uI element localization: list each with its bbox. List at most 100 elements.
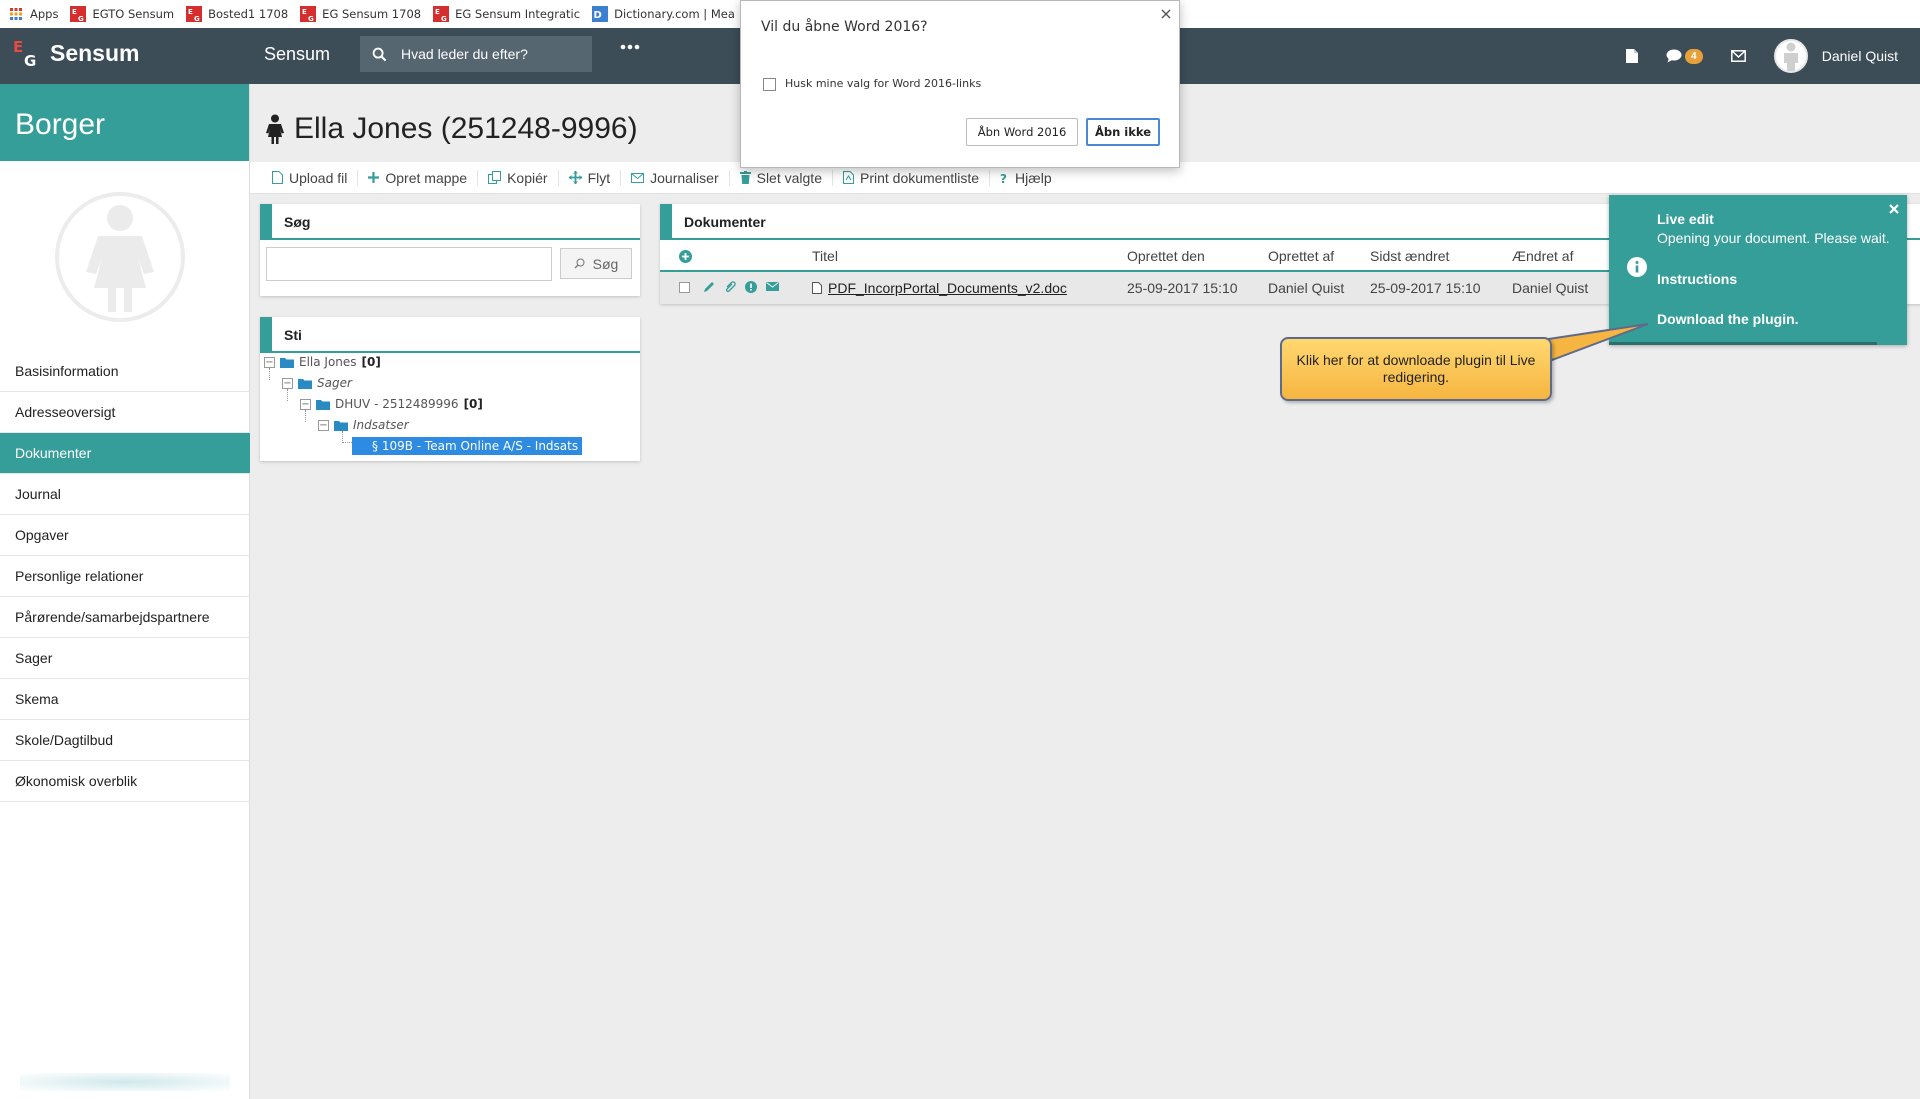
notification-message: Opening your document. Please wait. xyxy=(1657,230,1890,246)
sidebar-decoration xyxy=(20,1073,230,1091)
open-word-button[interactable]: Åbn Word 2016 xyxy=(966,118,1078,146)
print-document-list-button[interactable]: Print dokumentliste xyxy=(833,169,991,186)
svg-text:G: G xyxy=(441,15,447,22)
document-link[interactable]: PDF_IncorpPortal_Documents_v2.doc xyxy=(828,272,1067,304)
documents-nav-button[interactable] xyxy=(1625,49,1638,63)
tree-node-root[interactable]: − Ella Jones [0] xyxy=(264,353,381,371)
folder-icon xyxy=(298,378,312,389)
messages-nav-button[interactable]: 4 xyxy=(1666,48,1703,64)
tree-node-label: § 109B - Team Online A/S - Indsats xyxy=(352,437,583,455)
column-header-modified[interactable]: Sidst ændret xyxy=(1370,242,1449,270)
bookmark-eg-sensum[interactable]: EG EG Sensum 1708 xyxy=(300,6,421,22)
sidebar-item-journal[interactable]: Journal xyxy=(0,474,250,515)
dialog-close-button[interactable] xyxy=(1161,9,1171,19)
sidebar-item-opgaver[interactable]: Opgaver xyxy=(0,515,250,556)
eg-logo-icon: EG xyxy=(186,6,203,22)
cell-title: PDF_IncorpPortal_Documents_v2.doc xyxy=(812,272,1067,304)
bookmark-eg-sensum-integration[interactable]: EG EG Sensum Integratic xyxy=(433,6,580,22)
notification-title: Live edit xyxy=(1657,211,1714,227)
tree-node-case[interactable]: − DHUV - 2512489996 [0] xyxy=(300,395,483,413)
table-row[interactable]: PDF_IncorpPortal_Documents_v2.doc 25-09-… xyxy=(660,272,1620,304)
info-icon[interactable] xyxy=(745,281,757,293)
brand-name: Sensum xyxy=(50,39,140,66)
pencil-icon[interactable] xyxy=(703,281,715,293)
bookmark-apps[interactable]: Apps xyxy=(8,6,58,22)
sidebar-item-adresseoversigt[interactable]: Adresseoversigt xyxy=(0,392,250,433)
notification-close-button[interactable] xyxy=(1889,204,1899,214)
trash-icon xyxy=(739,171,751,184)
dictionary-icon: D xyxy=(592,6,609,22)
journalize-button[interactable]: Journaliser xyxy=(621,169,730,186)
bookmark-bosted[interactable]: EG Bosted1 1708 xyxy=(186,6,288,22)
collapse-toggle[interactable]: − xyxy=(264,356,275,368)
sidebar-item-skema[interactable]: Skema xyxy=(0,679,250,720)
copy-button[interactable]: Kopiér xyxy=(478,169,559,186)
search-placeholder: Hvad leder du efter? xyxy=(401,46,528,62)
eg-logo-icon: EG xyxy=(433,6,450,22)
toolbar-label: Hjælp xyxy=(1015,169,1052,186)
bookmark-egto-sensum[interactable]: EG EGTO Sensum xyxy=(70,6,174,22)
sidebar-item-paaroerende[interactable]: Pårørende/samarbejdspartnere xyxy=(0,597,250,638)
live-edit-notification: Live edit Opening your document. Please … xyxy=(1609,195,1907,345)
path-panel: Sti − Ella Jones [0] − Sager − DHUV - 25… xyxy=(260,317,640,461)
close-icon xyxy=(1889,204,1899,214)
column-header-created-by[interactable]: Oprettet af xyxy=(1268,242,1334,270)
plus-circle-icon xyxy=(679,250,692,263)
upload-file-button[interactable]: Upload fil xyxy=(262,169,359,186)
create-folder-button[interactable]: Opret mappe xyxy=(358,169,479,186)
column-header-title[interactable]: Titel xyxy=(812,242,838,270)
bookmark-label: Apps xyxy=(30,7,59,21)
row-checkbox[interactable] xyxy=(679,282,690,294)
tree-node-selected[interactable]: § 109B - Team Online A/S - Indsats xyxy=(352,437,583,455)
download-plugin-link[interactable]: Download the plugin. xyxy=(1657,311,1799,327)
sidebar-item-sager[interactable]: Sager xyxy=(0,638,250,679)
delete-selected-button[interactable]: Slet valgte xyxy=(730,169,833,186)
column-header-created[interactable]: Oprettet den xyxy=(1127,242,1205,270)
remember-choice-checkbox[interactable] xyxy=(763,78,776,91)
sidebar-item-dokumenter[interactable]: Dokumenter xyxy=(0,433,250,474)
add-document-button[interactable] xyxy=(679,242,692,270)
tree-node-label: Sager xyxy=(317,376,352,390)
tree-node-sager[interactable]: − Sager xyxy=(282,374,352,392)
bookmark-label: Bosted1 1708 xyxy=(208,7,289,21)
user-name[interactable]: Daniel Quist xyxy=(1822,48,1898,64)
instructions-link[interactable]: Instructions xyxy=(1657,271,1737,287)
help-button[interactable]: ? Hjælp xyxy=(990,170,1062,186)
collapse-toggle[interactable]: − xyxy=(282,377,293,389)
ellipsis-icon xyxy=(620,44,640,50)
collapse-toggle[interactable]: − xyxy=(300,398,311,410)
tree-node-indsatser[interactable]: − Indsatser xyxy=(318,416,409,434)
sidebar-item-personlige-relationer[interactable]: Personlige relationer xyxy=(0,556,250,597)
user-avatar[interactable] xyxy=(1773,39,1808,73)
close-icon xyxy=(1161,9,1171,19)
global-search[interactable]: Hvad leder du efter? xyxy=(360,36,592,72)
cell-modified-by: Daniel Quist xyxy=(1512,280,1589,296)
mail-nav-button[interactable] xyxy=(1730,50,1746,62)
sidebar-item-basisinformation[interactable]: Basisinformation xyxy=(0,351,250,392)
brand-logo[interactable]: E G Sensum xyxy=(12,38,139,68)
svg-text:G: G xyxy=(308,15,314,22)
collapse-toggle[interactable]: − xyxy=(318,419,329,431)
paperclip-icon[interactable] xyxy=(724,281,736,293)
bookmark-dictionary[interactable]: D Dictionary.com | Mea xyxy=(592,6,735,22)
sidebar-item-skole-dagtilbud[interactable]: Skole/Dagtilbud xyxy=(0,720,250,761)
toolbar-label: Opret mappe xyxy=(385,169,468,186)
nav-right: 4 Daniel Quist xyxy=(1625,28,1920,84)
document-search-input[interactable] xyxy=(266,247,552,281)
toolbar-label: Kopiér xyxy=(507,169,548,186)
person-icon xyxy=(1783,42,1798,71)
move-button[interactable]: Flyt xyxy=(559,169,622,186)
svg-text:E: E xyxy=(435,8,440,16)
svg-text:G: G xyxy=(194,15,200,22)
envelope-icon[interactable] xyxy=(766,281,779,292)
product-name[interactable]: Sensum xyxy=(264,44,330,65)
callout-pointer xyxy=(1540,323,1649,362)
dont-open-button[interactable]: Åbn ikke xyxy=(1086,118,1160,146)
column-header-modified-by[interactable]: Ændret af xyxy=(1512,242,1573,270)
sidebar-item-oekonomisk-overblik[interactable]: Økonomisk overblik xyxy=(0,761,250,802)
bookmark-label: Dictionary.com | Mea xyxy=(614,7,735,21)
more-menu-button[interactable] xyxy=(620,44,640,50)
search-button[interactable]: Søg xyxy=(560,248,632,279)
person-name: Ella Jones (251248-9996) xyxy=(294,112,638,145)
svg-text:?: ? xyxy=(1000,172,1007,184)
